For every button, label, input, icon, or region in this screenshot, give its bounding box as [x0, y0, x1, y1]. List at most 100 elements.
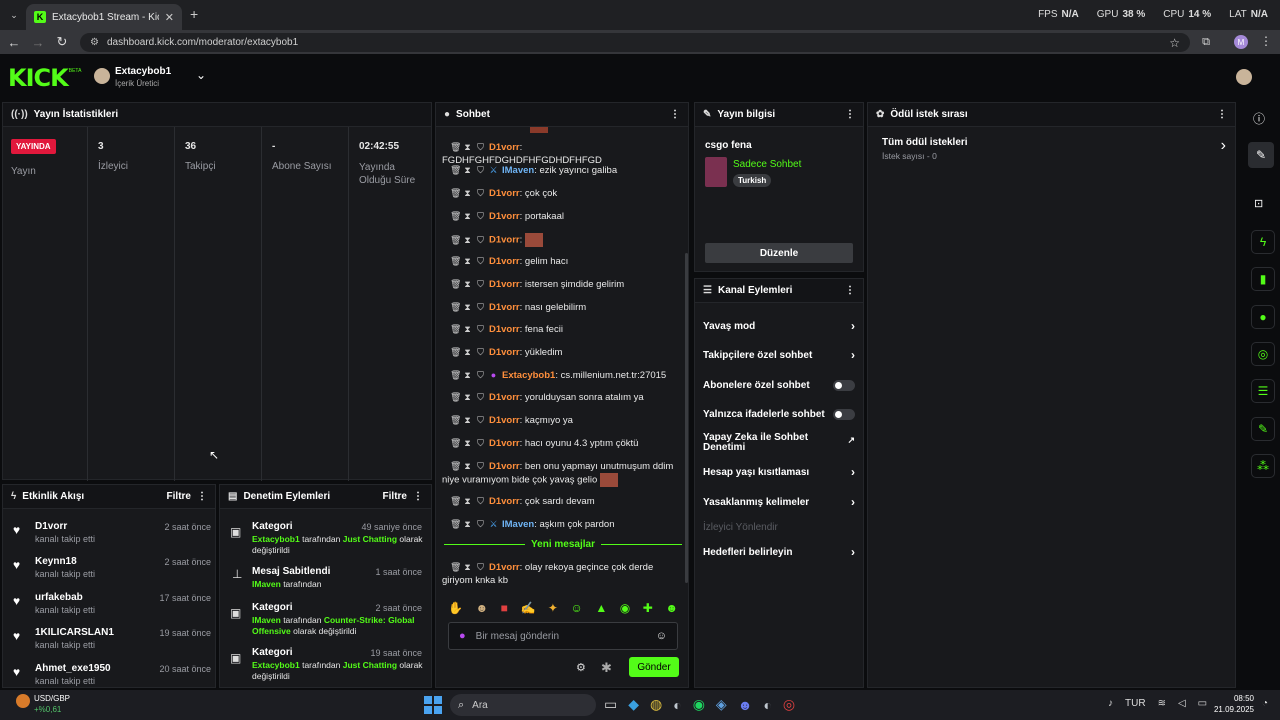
delete-icon[interactable]: 🗑: [450, 561, 461, 574]
quick-action-share-icon[interactable]: ⁂: [1251, 454, 1275, 478]
timeout-icon[interactable]: ⧗: [463, 255, 472, 268]
edit-button[interactable]: Düzenle: [705, 243, 853, 263]
chat-username[interactable]: D1vorr: [489, 496, 520, 507]
steam-icon[interactable]: ◐: [763, 697, 771, 713]
emote-icon[interactable]: ✚: [643, 601, 653, 615]
emote-icon[interactable]: ☻: [665, 601, 678, 615]
mic-tray-icon[interactable]: ♪: [1108, 698, 1113, 709]
chat-input[interactable]: ● Bir mesaj gönderin ☺: [448, 622, 678, 650]
chat-username[interactable]: D1vorr: [489, 279, 520, 290]
quick-action-list-icon[interactable]: ☰: [1251, 379, 1275, 403]
chat-tools-icon[interactable]: ✱: [601, 660, 612, 676]
wifi-icon[interactable]: ≋: [1158, 698, 1166, 709]
activity-filter-button[interactable]: Filtre: [167, 491, 191, 502]
chat-username[interactable]: Extacybob1: [502, 370, 555, 381]
clock-time[interactable]: 08:50: [1218, 694, 1254, 703]
timeout-icon[interactable]: ⧗: [463, 164, 472, 177]
browser-tab[interactable]: K Extacybob1 Stream - Kick Dashb ✕: [26, 4, 182, 30]
chat-username[interactable]: D1vorr: [489, 211, 520, 222]
windows-start-icon[interactable]: [424, 696, 442, 714]
chat-username[interactable]: D1vorr: [489, 461, 520, 472]
action-followers-only[interactable]: Takipçilere özel sohbet ›: [703, 348, 861, 362]
chat-username[interactable]: IMaven: [502, 165, 534, 176]
delete-icon[interactable]: 🗑: [450, 278, 461, 291]
delete-icon[interactable]: 🗑: [450, 323, 461, 336]
chat-username[interactable]: D1vorr: [489, 235, 520, 246]
action-slow-mode[interactable]: Yavaş mod ›: [703, 319, 861, 333]
spotify-icon[interactable]: ◉: [693, 696, 705, 713]
forward-icon[interactable]: →: [28, 32, 48, 52]
tab-list-icon[interactable]: ⌄: [4, 5, 24, 25]
emote-icon[interactable]: ✦: [548, 601, 558, 615]
chrome-icon[interactable]: ◍: [650, 696, 662, 713]
mod-target[interactable]: Just Chatting: [343, 660, 397, 670]
user-avatar[interactable]: [1236, 69, 1252, 85]
channel-actions-menu-icon[interactable]: ⋮: [845, 285, 855, 296]
channel-switcher[interactable]: Extacybob1 İçerik Üretici: [115, 66, 171, 88]
delete-icon[interactable]: 🗑: [450, 234, 461, 247]
new-tab-icon[interactable]: +: [190, 6, 198, 22]
delete-icon[interactable]: 🗑: [450, 414, 461, 427]
subscribers-only-toggle[interactable]: [833, 380, 855, 391]
chat-username[interactable]: D1vorr: [489, 142, 520, 153]
kick-logo[interactable]: KICK BETA: [8, 64, 81, 92]
chat-username[interactable]: D1vorr: [489, 302, 520, 313]
action-banned-words[interactable]: Yasaklanmış kelimeler ›: [703, 495, 861, 509]
emote-icon[interactable]: ☻: [475, 601, 488, 615]
emotes-only-toggle[interactable]: [833, 409, 855, 420]
delete-icon[interactable]: 🗑: [450, 210, 461, 223]
quick-action-broadcast-icon[interactable]: ◎: [1251, 342, 1275, 366]
extensions-icon[interactable]: ⧉: [1196, 32, 1216, 52]
mod-user[interactable]: Extacybob1: [252, 534, 300, 544]
mod-target[interactable]: Just Chatting: [343, 534, 397, 544]
emoji-icon[interactable]: ☺: [656, 630, 667, 642]
reward-queue-menu-icon[interactable]: ⋮: [1217, 109, 1227, 120]
app-icon[interactable]: ◈: [716, 696, 727, 713]
timeout-icon[interactable]: ⧗: [463, 278, 472, 291]
focus-icon[interactable]: ⊡: [1254, 197, 1263, 210]
timeout-icon[interactable]: ⧗: [463, 518, 472, 531]
timeout-icon[interactable]: ⧗: [463, 460, 472, 473]
delete-icon[interactable]: 🗑: [450, 187, 461, 200]
delete-icon[interactable]: 🗑: [450, 141, 461, 154]
delete-icon[interactable]: 🗑: [450, 495, 461, 508]
mod-user[interactable]: Extacybob1: [252, 660, 300, 670]
chat-username[interactable]: D1vorr: [489, 256, 520, 267]
action-account-age[interactable]: Hesap yaşı kısıtlaması ›: [703, 465, 861, 479]
timeout-icon[interactable]: ⧗: [463, 391, 472, 404]
timeout-icon[interactable]: ⧗: [463, 141, 472, 154]
quick-action-note-icon[interactable]: ▮: [1251, 267, 1275, 291]
quick-action-bolt-icon[interactable]: ϟ: [1251, 230, 1275, 254]
profile-avatar[interactable]: M: [1234, 35, 1248, 49]
taskbar-search[interactable]: ⌕ Ara: [450, 694, 596, 716]
app-icon[interactable]: ◎: [783, 696, 795, 713]
ticker-name[interactable]: USD/GBP: [34, 694, 70, 703]
timeout-icon[interactable]: ⧗: [463, 346, 472, 359]
chat-username[interactable]: D1vorr: [489, 562, 520, 573]
steam-icon[interactable]: ◐: [673, 697, 681, 713]
chat-username[interactable]: D1vorr: [489, 347, 520, 358]
delete-icon[interactable]: 🗑: [450, 460, 461, 473]
emote-icon[interactable]: ◉: [620, 601, 630, 615]
emote-icon[interactable]: ✍: [520, 601, 535, 615]
reload-icon[interactable]: ↻: [52, 32, 72, 52]
delete-icon[interactable]: 🗑: [450, 437, 461, 450]
delete-icon[interactable]: 🗑: [450, 391, 461, 404]
url-field[interactable]: ⚙ dashboard.kick.com/moderator/extacybob…: [80, 33, 1190, 52]
mod-menu-icon[interactable]: ⋮: [413, 491, 423, 502]
bookmark-star-icon[interactable]: ☆: [1169, 36, 1180, 50]
back-icon[interactable]: ←: [4, 32, 24, 52]
timeout-icon[interactable]: ⧗: [463, 323, 472, 336]
timeout-icon[interactable]: ⧗: [463, 437, 472, 450]
new-messages-divider[interactable]: Yeni mesajlar: [444, 539, 682, 550]
timeout-icon[interactable]: ⧗: [463, 187, 472, 200]
browser-menu-icon[interactable]: ⋮: [1260, 34, 1272, 48]
timeout-icon[interactable]: ⧗: [463, 414, 472, 427]
timeout-icon[interactable]: ⧗: [463, 234, 472, 247]
action-goals[interactable]: Hedefleri belirleyin ›: [703, 545, 861, 559]
action-ai-moderation[interactable]: Yapay Zeka ile Sohbet Denetimi ↗: [703, 433, 861, 453]
send-button[interactable]: Gönder: [629, 657, 679, 677]
info-icon[interactable]: ⓘ: [1253, 110, 1265, 127]
mod-user[interactable]: IMaven: [252, 579, 281, 589]
emote-icon[interactable]: ✋: [448, 601, 463, 615]
